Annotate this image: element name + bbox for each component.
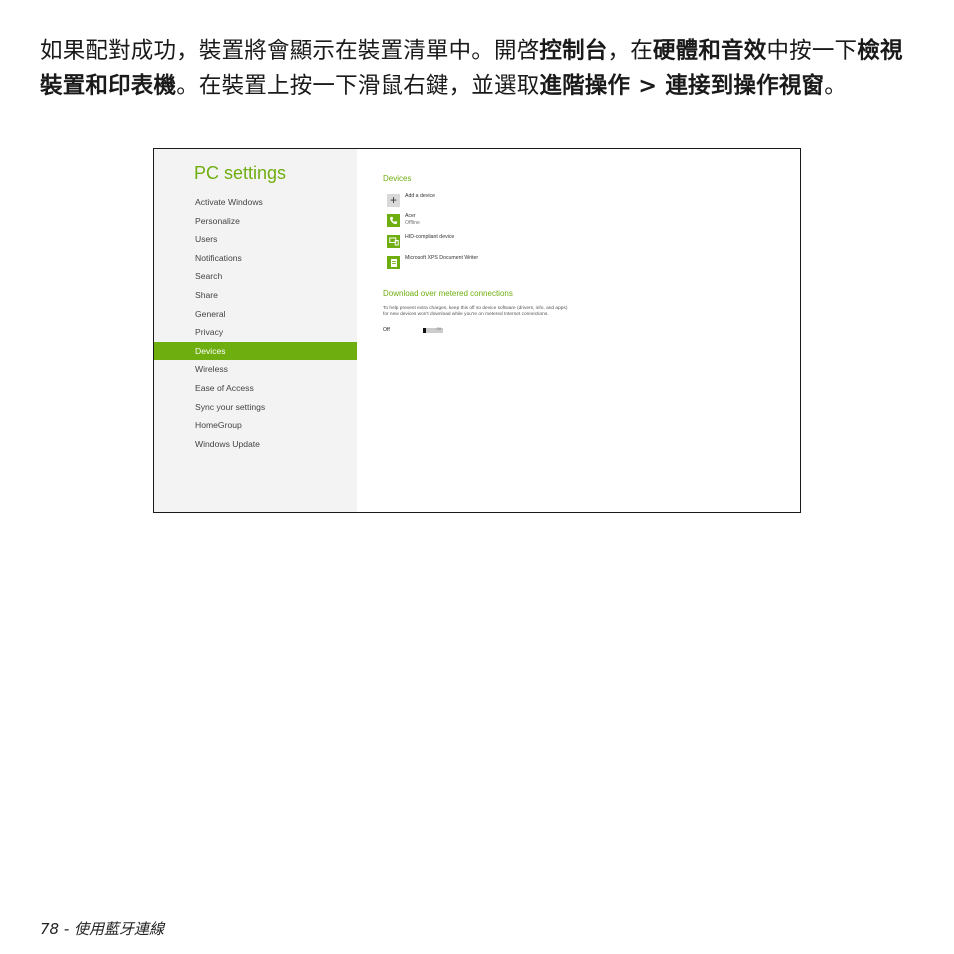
bold-term-advanced-operation: 進階操作 > 連接到操作視窗 bbox=[539, 73, 825, 99]
sidebar-item-search[interactable]: Search bbox=[154, 267, 357, 286]
sidebar-item-windows-update[interactable]: Windows Update bbox=[154, 435, 357, 454]
plus-icon: + bbox=[387, 194, 400, 207]
bold-term-control-panel: 控制台 bbox=[539, 38, 608, 64]
settings-sidebar: PC settings Activate Windows Personalize… bbox=[154, 149, 357, 512]
bold-term-hardware-sound: 硬體和音效 bbox=[652, 38, 767, 64]
text-run: 。 bbox=[824, 73, 847, 99]
footer-separator: - bbox=[59, 920, 75, 938]
text-run: 中按一下 bbox=[766, 38, 858, 64]
toggle-state-label: Off bbox=[383, 327, 390, 333]
metered-toggle-row: Off Off bbox=[383, 327, 443, 333]
device-item-xps-writer[interactable]: Microsoft XPS Document Writer bbox=[387, 255, 478, 273]
toggle-text: Off bbox=[436, 327, 441, 331]
device-status: Offline bbox=[405, 220, 420, 226]
pc-settings-screenshot: PC settings Activate Windows Personalize… bbox=[153, 148, 801, 513]
sidebar-item-privacy[interactable]: Privacy bbox=[154, 323, 357, 342]
sidebar-item-general[interactable]: General bbox=[154, 305, 357, 324]
instruction-paragraph: 如果配對成功，裝置將會顯示在裝置清單中。開啓控制台，在硬體和音效中按一下檢視裝置… bbox=[40, 34, 920, 104]
section-name: 使用藍牙連線 bbox=[74, 920, 165, 938]
devices-pane: Devices + Add a device Acer Offline HID-… bbox=[357, 149, 800, 512]
text-run: ，在 bbox=[607, 38, 653, 64]
sidebar-item-wireless[interactable]: Wireless bbox=[154, 360, 357, 379]
sidebar-item-homegroup[interactable]: HomeGroup bbox=[154, 416, 357, 435]
text-run: 。在裝置上按一下滑鼠右鍵，並選取 bbox=[176, 73, 540, 99]
device-name: HID-compliant device bbox=[405, 234, 455, 240]
sidebar-item-notifications[interactable]: Notifications bbox=[154, 249, 357, 268]
page-footer: 78 - 使用藍牙連線 bbox=[40, 918, 164, 939]
device-name: Microsoft XPS Document Writer bbox=[405, 255, 479, 261]
sidebar-item-activate-windows[interactable]: Activate Windows bbox=[154, 193, 357, 212]
metered-heading: Download over metered connections bbox=[383, 289, 513, 298]
device-name: Acer bbox=[405, 213, 416, 219]
printer-icon bbox=[387, 256, 400, 269]
device-item-hid[interactable]: HID-compliant device bbox=[387, 234, 454, 252]
device-icon bbox=[387, 235, 400, 248]
sidebar-item-devices[interactable]: Devices bbox=[154, 341, 357, 361]
sidebar-item-users[interactable]: Users bbox=[154, 230, 357, 249]
sidebar-item-sync-settings[interactable]: Sync your settings bbox=[154, 398, 357, 417]
page-number: 78 bbox=[40, 920, 60, 938]
sidebar-item-ease-of-access[interactable]: Ease of Access bbox=[154, 379, 357, 398]
sidebar-nav: Activate Windows Personalize Users Notif… bbox=[154, 193, 357, 453]
metered-toggle-switch[interactable]: Off bbox=[423, 327, 443, 333]
add-device-label: Add a device bbox=[405, 193, 435, 199]
device-item-acer[interactable]: Acer Offline bbox=[387, 213, 420, 231]
metered-description: To help prevent extra charges, keep this… bbox=[383, 306, 568, 317]
sidebar-title: PC settings bbox=[194, 163, 287, 183]
text-run: 如果配對成功，裝置將會顯示在裝置清單中。開啓 bbox=[40, 38, 540, 64]
phone-icon bbox=[387, 214, 400, 227]
add-device-button[interactable]: + Add a device bbox=[387, 193, 435, 211]
sidebar-item-share[interactable]: Share bbox=[154, 286, 357, 305]
sidebar-item-personalize[interactable]: Personalize bbox=[154, 212, 357, 231]
devices-heading: Devices bbox=[383, 174, 412, 183]
